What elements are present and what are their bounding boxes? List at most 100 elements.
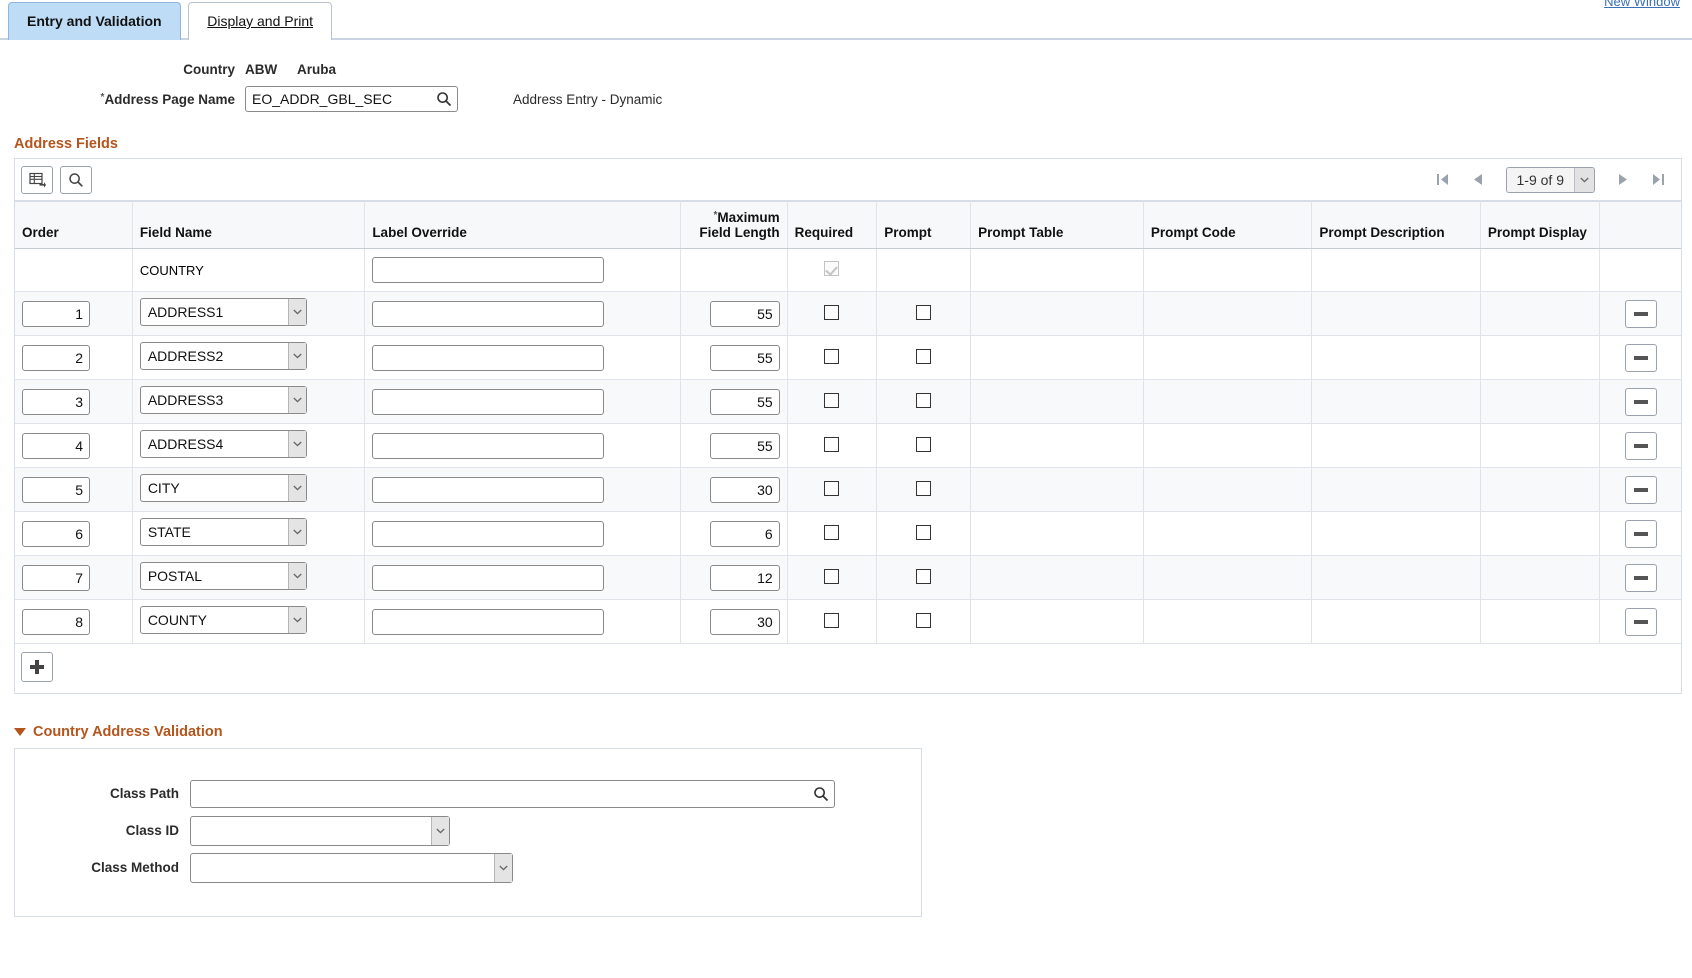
cell-label-override (365, 249, 681, 292)
label-override-input[interactable] (372, 477, 604, 503)
first-page-button[interactable] (1436, 172, 1450, 187)
cell-maximum-field-length (681, 556, 788, 600)
cell-prompt-code (1143, 424, 1312, 468)
tab-strip: Entry and Validation Display and Print (0, 0, 1692, 40)
required-checkbox[interactable] (824, 569, 839, 584)
prompt-checkbox[interactable] (916, 481, 931, 496)
maximum-field-length-input[interactable] (710, 433, 780, 459)
prompt-checkbox[interactable] (916, 437, 931, 452)
address-page-name-label-text: Address Page Name (104, 92, 235, 107)
maximum-field-length-input[interactable] (710, 345, 780, 371)
cell-prompt-display (1480, 512, 1599, 556)
required-checkbox[interactable] (824, 393, 839, 408)
order-input[interactable] (22, 477, 90, 503)
order-input[interactable] (22, 433, 90, 459)
label-override-input[interactable] (372, 521, 604, 547)
label-override-input[interactable] (372, 609, 604, 635)
previous-page-icon (1472, 172, 1484, 187)
delete-row-button[interactable] (1625, 564, 1657, 592)
tab-display-and-print[interactable]: Display and Print (188, 2, 332, 40)
cell-prompt-table (971, 512, 1144, 556)
find-in-grid-button[interactable] (60, 166, 92, 194)
label-override-input[interactable] (372, 389, 604, 415)
delete-row-button[interactable] (1625, 476, 1657, 504)
prompt-checkbox[interactable] (916, 525, 931, 540)
class-path-input[interactable] (190, 780, 835, 808)
cell-prompt-table (971, 292, 1144, 336)
field-name-select[interactable]: ADDRESS1 (140, 298, 307, 326)
field-name-select[interactable]: POSTAL (140, 562, 307, 590)
delete-row-button[interactable] (1625, 344, 1657, 372)
prompt-checkbox[interactable] (916, 569, 931, 584)
previous-page-button[interactable] (1472, 172, 1484, 187)
required-checkbox[interactable] (824, 613, 839, 628)
delete-row-button[interactable] (1625, 388, 1657, 416)
personalize-grid-button[interactable] (21, 166, 53, 194)
order-input[interactable] (22, 565, 90, 591)
label-override-input[interactable] (372, 433, 604, 459)
next-page-button[interactable] (1617, 172, 1629, 187)
delete-row-button[interactable] (1625, 520, 1657, 548)
delete-row-button[interactable] (1625, 432, 1657, 460)
order-input[interactable] (22, 389, 90, 415)
prompt-checkbox[interactable] (916, 349, 931, 364)
required-checkbox[interactable] (824, 305, 839, 320)
class-id-select[interactable] (190, 816, 450, 846)
field-name-select[interactable]: ADDRESS4 (140, 430, 307, 458)
required-checkbox[interactable] (824, 525, 839, 540)
required-checkbox (824, 261, 839, 276)
chevron-down-icon (288, 563, 306, 589)
required-checkbox[interactable] (824, 437, 839, 452)
table-row: COUNTRY (15, 249, 1681, 292)
order-input[interactable] (22, 609, 90, 635)
label-override-input[interactable] (372, 257, 604, 283)
cell-prompt-display (1480, 600, 1599, 644)
maximum-field-length-input[interactable] (710, 389, 780, 415)
prompt-checkbox[interactable] (916, 305, 931, 320)
delete-row-button[interactable] (1625, 300, 1657, 328)
address-page-name-input[interactable] (245, 86, 458, 112)
order-input[interactable] (22, 521, 90, 547)
address-page-name-row: *Address Page Name Address Entry - Dynam… (0, 84, 1692, 114)
order-input[interactable] (22, 301, 90, 327)
cell-prompt (877, 249, 971, 292)
cell-maximum-field-length (681, 380, 788, 424)
order-input[interactable] (22, 345, 90, 371)
minus-icon (1634, 488, 1648, 492)
maximum-field-length-input[interactable] (710, 565, 780, 591)
tab-entry-and-validation[interactable]: Entry and Validation (8, 2, 181, 40)
cell-field-name: ADDRESS1 (132, 292, 365, 336)
column-header-field-name: Field Name (132, 202, 365, 249)
maximum-field-length-input[interactable] (710, 301, 780, 327)
chevron-down-icon (288, 431, 306, 457)
cell-prompt-table (971, 424, 1144, 468)
label-override-input[interactable] (372, 565, 604, 591)
maximum-field-length-input[interactable] (710, 477, 780, 503)
field-name-select[interactable]: ADDRESS3 (140, 386, 307, 414)
maximum-field-length-input[interactable] (710, 521, 780, 547)
column-header-label-override: Label Override (365, 202, 681, 249)
address-fields-grid: 1-9 of 9 (14, 158, 1682, 644)
field-name-select[interactable]: COUNTY (140, 606, 307, 634)
cell-prompt-table (971, 556, 1144, 600)
field-name-select[interactable]: ADDRESS2 (140, 342, 307, 370)
field-name-select[interactable]: CITY (140, 474, 307, 502)
required-checkbox[interactable] (824, 481, 839, 496)
label-override-input[interactable] (372, 301, 604, 327)
cell-maximum-field-length (681, 600, 788, 644)
required-checkbox[interactable] (824, 349, 839, 364)
field-name-select[interactable]: STATE (140, 518, 307, 546)
prompt-checkbox[interactable] (916, 393, 931, 408)
delete-row-button[interactable] (1625, 608, 1657, 636)
last-page-button[interactable] (1651, 172, 1665, 187)
label-override-input[interactable] (372, 345, 604, 371)
add-row-button[interactable] (21, 652, 53, 682)
country-address-validation-toggle[interactable]: Country Address Validation (14, 724, 1692, 740)
cell-prompt-description (1312, 512, 1481, 556)
maximum-field-length-input[interactable] (710, 609, 780, 635)
class-method-select[interactable] (190, 853, 513, 883)
country-name-value: Aruba (297, 62, 336, 77)
prompt-checkbox[interactable] (916, 613, 931, 628)
page-range-selector[interactable]: 1-9 of 9 (1506, 167, 1595, 193)
cell-actions (1600, 292, 1681, 336)
